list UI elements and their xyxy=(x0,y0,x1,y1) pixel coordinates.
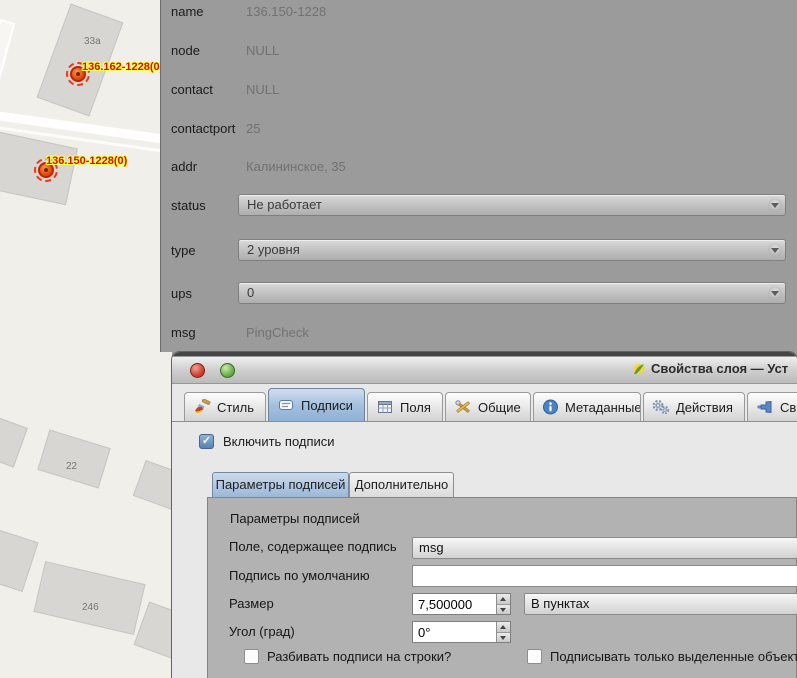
map-building xyxy=(37,3,124,116)
tab-fields[interactable]: Поля xyxy=(367,392,443,421)
layer-properties-dialog: Свойства слоя — Уст Стиль Подпис xyxy=(172,352,797,678)
checked-checkbox-icon[interactable]: ✓ xyxy=(199,434,214,449)
label-settings-tabbar: Параметры подписей Дополнительно xyxy=(212,472,454,497)
dialog-body: ✓ Включить подписи Параметры подписей До… xyxy=(172,422,797,678)
map-building xyxy=(0,524,39,592)
field-value: Калининское, 35 xyxy=(246,159,346,174)
map-building xyxy=(133,460,172,510)
field-value: 25 xyxy=(246,121,260,136)
angle-spinbox[interactable]: 0° xyxy=(412,621,511,643)
building-number-label: 246 xyxy=(82,602,99,613)
field-label: contactport xyxy=(171,121,235,136)
label-field-label: Поле, содержащее подпись xyxy=(229,539,397,554)
building-number-label: 22 xyxy=(66,461,77,472)
selected-only-checkbox[interactable]: Подписывать только выделенные объекты xyxy=(527,649,797,664)
field-label: ups xyxy=(171,286,192,301)
angle-label: Угол (град) xyxy=(229,624,295,639)
minimize-window-button[interactable] xyxy=(220,363,235,378)
field-label: node xyxy=(171,43,200,58)
tab-label-parameters[interactable]: Параметры подписей xyxy=(212,472,349,497)
default-label-label: Подпись по умолчанию xyxy=(229,568,370,583)
field-label: contact xyxy=(171,82,213,97)
label-parameters-page: Параметры подписей Поле, содержащее подп… xyxy=(207,497,797,678)
qgis-logo-icon xyxy=(632,362,646,376)
attribute-form-panel: name 136.150-1228 node NULL contact NULL… xyxy=(160,0,797,352)
spin-down-button[interactable] xyxy=(497,632,510,643)
map-canvas[interactable]: 33a 22 246 136.162-1228(0) 136.150-1228(… xyxy=(0,0,172,678)
field-value: NULL xyxy=(246,43,279,58)
field-label: type xyxy=(171,243,196,258)
field-label: addr xyxy=(171,159,197,174)
unchecked-checkbox-icon[interactable] xyxy=(244,649,259,664)
table-icon xyxy=(376,399,394,415)
building-number-label: 33a xyxy=(84,36,101,47)
field-label: status xyxy=(171,198,206,213)
label-field-combobox[interactable]: msg xyxy=(412,537,797,559)
map-building xyxy=(0,414,28,467)
tab-joins[interactable]: Св xyxy=(747,392,797,421)
dropdown-arrow-icon[interactable] xyxy=(768,286,782,300)
dropdown-arrow-icon[interactable] xyxy=(768,198,782,212)
marker-label: 136.150-1228(0) xyxy=(46,155,127,167)
marker-core-icon xyxy=(76,72,80,76)
spin-down-button[interactable] xyxy=(497,604,510,615)
status-combobox[interactable]: Не работает xyxy=(238,194,786,216)
default-label-input[interactable] xyxy=(412,565,797,587)
map-road-outline xyxy=(0,19,15,79)
field-value: PingCheck xyxy=(246,325,309,340)
dropdown-arrow-icon[interactable] xyxy=(768,243,782,257)
label-icon xyxy=(277,397,295,413)
tab-labels[interactable]: Подписи xyxy=(268,388,365,421)
info-icon xyxy=(542,399,559,415)
unchecked-checkbox-icon[interactable] xyxy=(527,649,542,664)
join-icon xyxy=(756,399,774,415)
gears-icon xyxy=(652,399,670,415)
spin-up-button[interactable] xyxy=(497,622,510,632)
field-value: 136.150-1228 xyxy=(246,4,326,19)
tab-advanced[interactable]: Дополнительно xyxy=(349,472,454,497)
enable-labels-checkbox[interactable]: ✓ Включить подписи xyxy=(199,434,335,449)
type-combobox[interactable]: 2 уровня xyxy=(238,239,786,261)
tab-actions[interactable]: Действия xyxy=(643,392,745,421)
app-screen: 33a 22 246 136.162-1228(0) 136.150-1228(… xyxy=(0,0,797,678)
dialog-titlebar[interactable]: Свойства слоя — Уст xyxy=(172,352,797,384)
field-label: name xyxy=(171,4,204,19)
dialog-title: Свойства слоя — Уст xyxy=(632,361,788,376)
paintbrush-icon xyxy=(193,399,211,415)
tab-metadata[interactable]: Метаданные xyxy=(533,392,641,421)
spin-up-button[interactable] xyxy=(497,594,510,604)
ups-combobox[interactable]: 0 xyxy=(238,282,786,304)
map-building xyxy=(33,561,145,635)
tab-style[interactable]: Стиль xyxy=(184,392,266,421)
map-building xyxy=(37,430,110,489)
tools-icon xyxy=(454,399,472,415)
tab-general[interactable]: Общие xyxy=(445,392,531,421)
size-units-combobox[interactable]: В пунктах xyxy=(524,593,797,615)
close-window-button[interactable] xyxy=(190,363,205,378)
size-label: Размер xyxy=(229,596,274,611)
size-spinbox[interactable]: 7,500000 xyxy=(412,593,511,615)
marker-core-icon xyxy=(44,168,48,172)
marker-label: 136.162-1228(0) xyxy=(82,61,163,73)
multiline-labels-checkbox[interactable]: Разбивать подписи на строки? xyxy=(244,649,451,664)
dialog-tabbar: Стиль Подписи Поля xyxy=(172,388,797,422)
field-value: NULL xyxy=(246,82,279,97)
field-label: msg xyxy=(171,325,196,340)
group-title: Параметры подписей xyxy=(230,511,360,526)
